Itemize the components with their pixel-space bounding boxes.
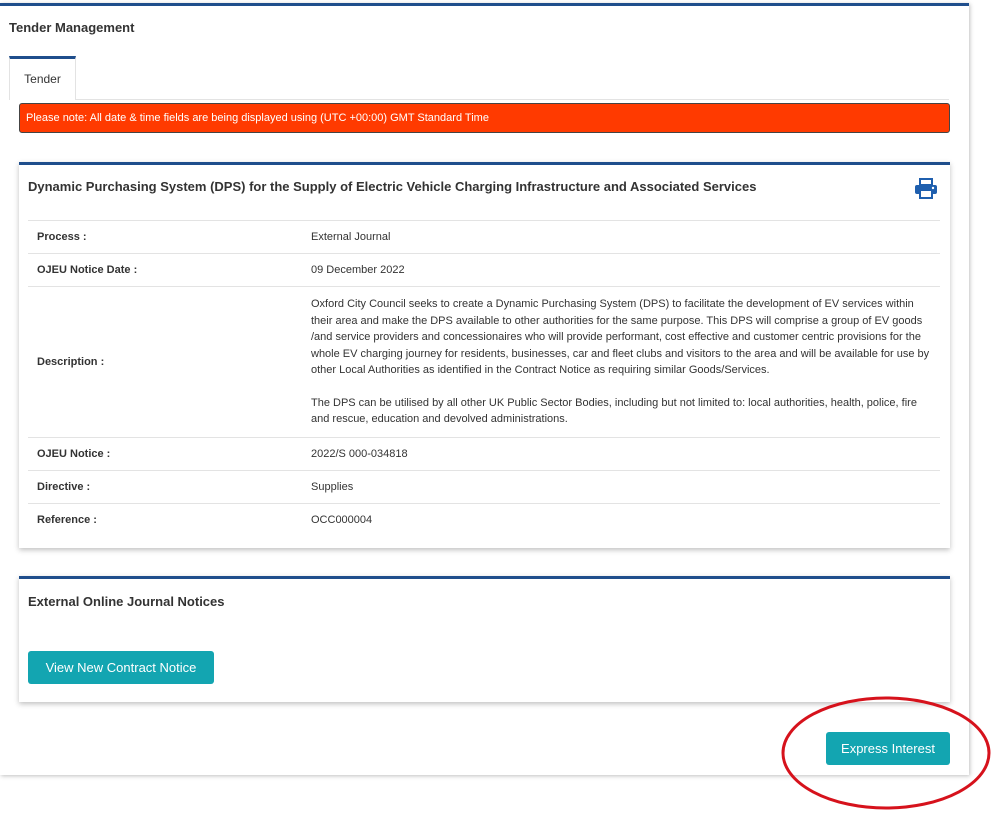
- directive-value: Supplies: [311, 480, 354, 493]
- detail-row-process: Process : External Journal: [28, 220, 940, 253]
- express-interest-button[interactable]: Express Interest: [826, 732, 950, 765]
- directive-label: Directive :: [37, 481, 91, 493]
- process-value: External Journal: [311, 230, 391, 243]
- printer-icon[interactable]: [914, 178, 938, 200]
- process-label: Process :: [37, 231, 87, 243]
- ojeu-notice-label: OJEU Notice :: [37, 448, 111, 460]
- timezone-notice-banner: Please note: All date & time fields are …: [19, 103, 950, 133]
- description-value: Oxford City Council seeks to create a Dy…: [311, 287, 940, 437]
- ojeu-notice-date-label: OJEU Notice Date :: [37, 264, 138, 276]
- page-title: Tender Management: [9, 20, 135, 35]
- ojeu-notice-value: 2022/S 000-034818: [311, 447, 408, 460]
- tender-details-table: Process : External Journal OJEU Notice D…: [28, 220, 940, 536]
- view-new-contract-notice-button[interactable]: View New Contract Notice: [28, 651, 214, 684]
- ojeu-notice-date-value: 09 December 2022: [311, 263, 405, 276]
- tender-title: Dynamic Purchasing System (DPS) for the …: [28, 179, 757, 194]
- tab-tender[interactable]: Tender: [9, 56, 76, 100]
- detail-row-reference: Reference : OCC000004: [28, 503, 940, 536]
- tender-details-card: Dynamic Purchasing System (DPS) for the …: [19, 162, 950, 548]
- reference-value: OCC000004: [311, 513, 373, 526]
- tab-bar: Tender: [9, 56, 949, 100]
- description-label: Description :: [37, 356, 105, 368]
- description-paragraph: The DPS can be utilised by all other UK …: [311, 396, 917, 426]
- detail-row-directive: Directive : Supplies: [28, 470, 940, 503]
- description-paragraph: Oxford City Council seeks to create a Dy…: [311, 298, 930, 377]
- detail-row-description: Description : Oxford City Council seeks …: [28, 286, 940, 437]
- external-journal-card: External Online Journal Notices View New…: [19, 576, 950, 702]
- journal-section-title: External Online Journal Notices: [28, 594, 225, 609]
- detail-row-ojeu-notice-date: OJEU Notice Date : 09 December 2022: [28, 253, 940, 286]
- detail-row-ojeu-notice: OJEU Notice : 2022/S 000-034818: [28, 437, 940, 470]
- reference-label: Reference :: [37, 514, 97, 526]
